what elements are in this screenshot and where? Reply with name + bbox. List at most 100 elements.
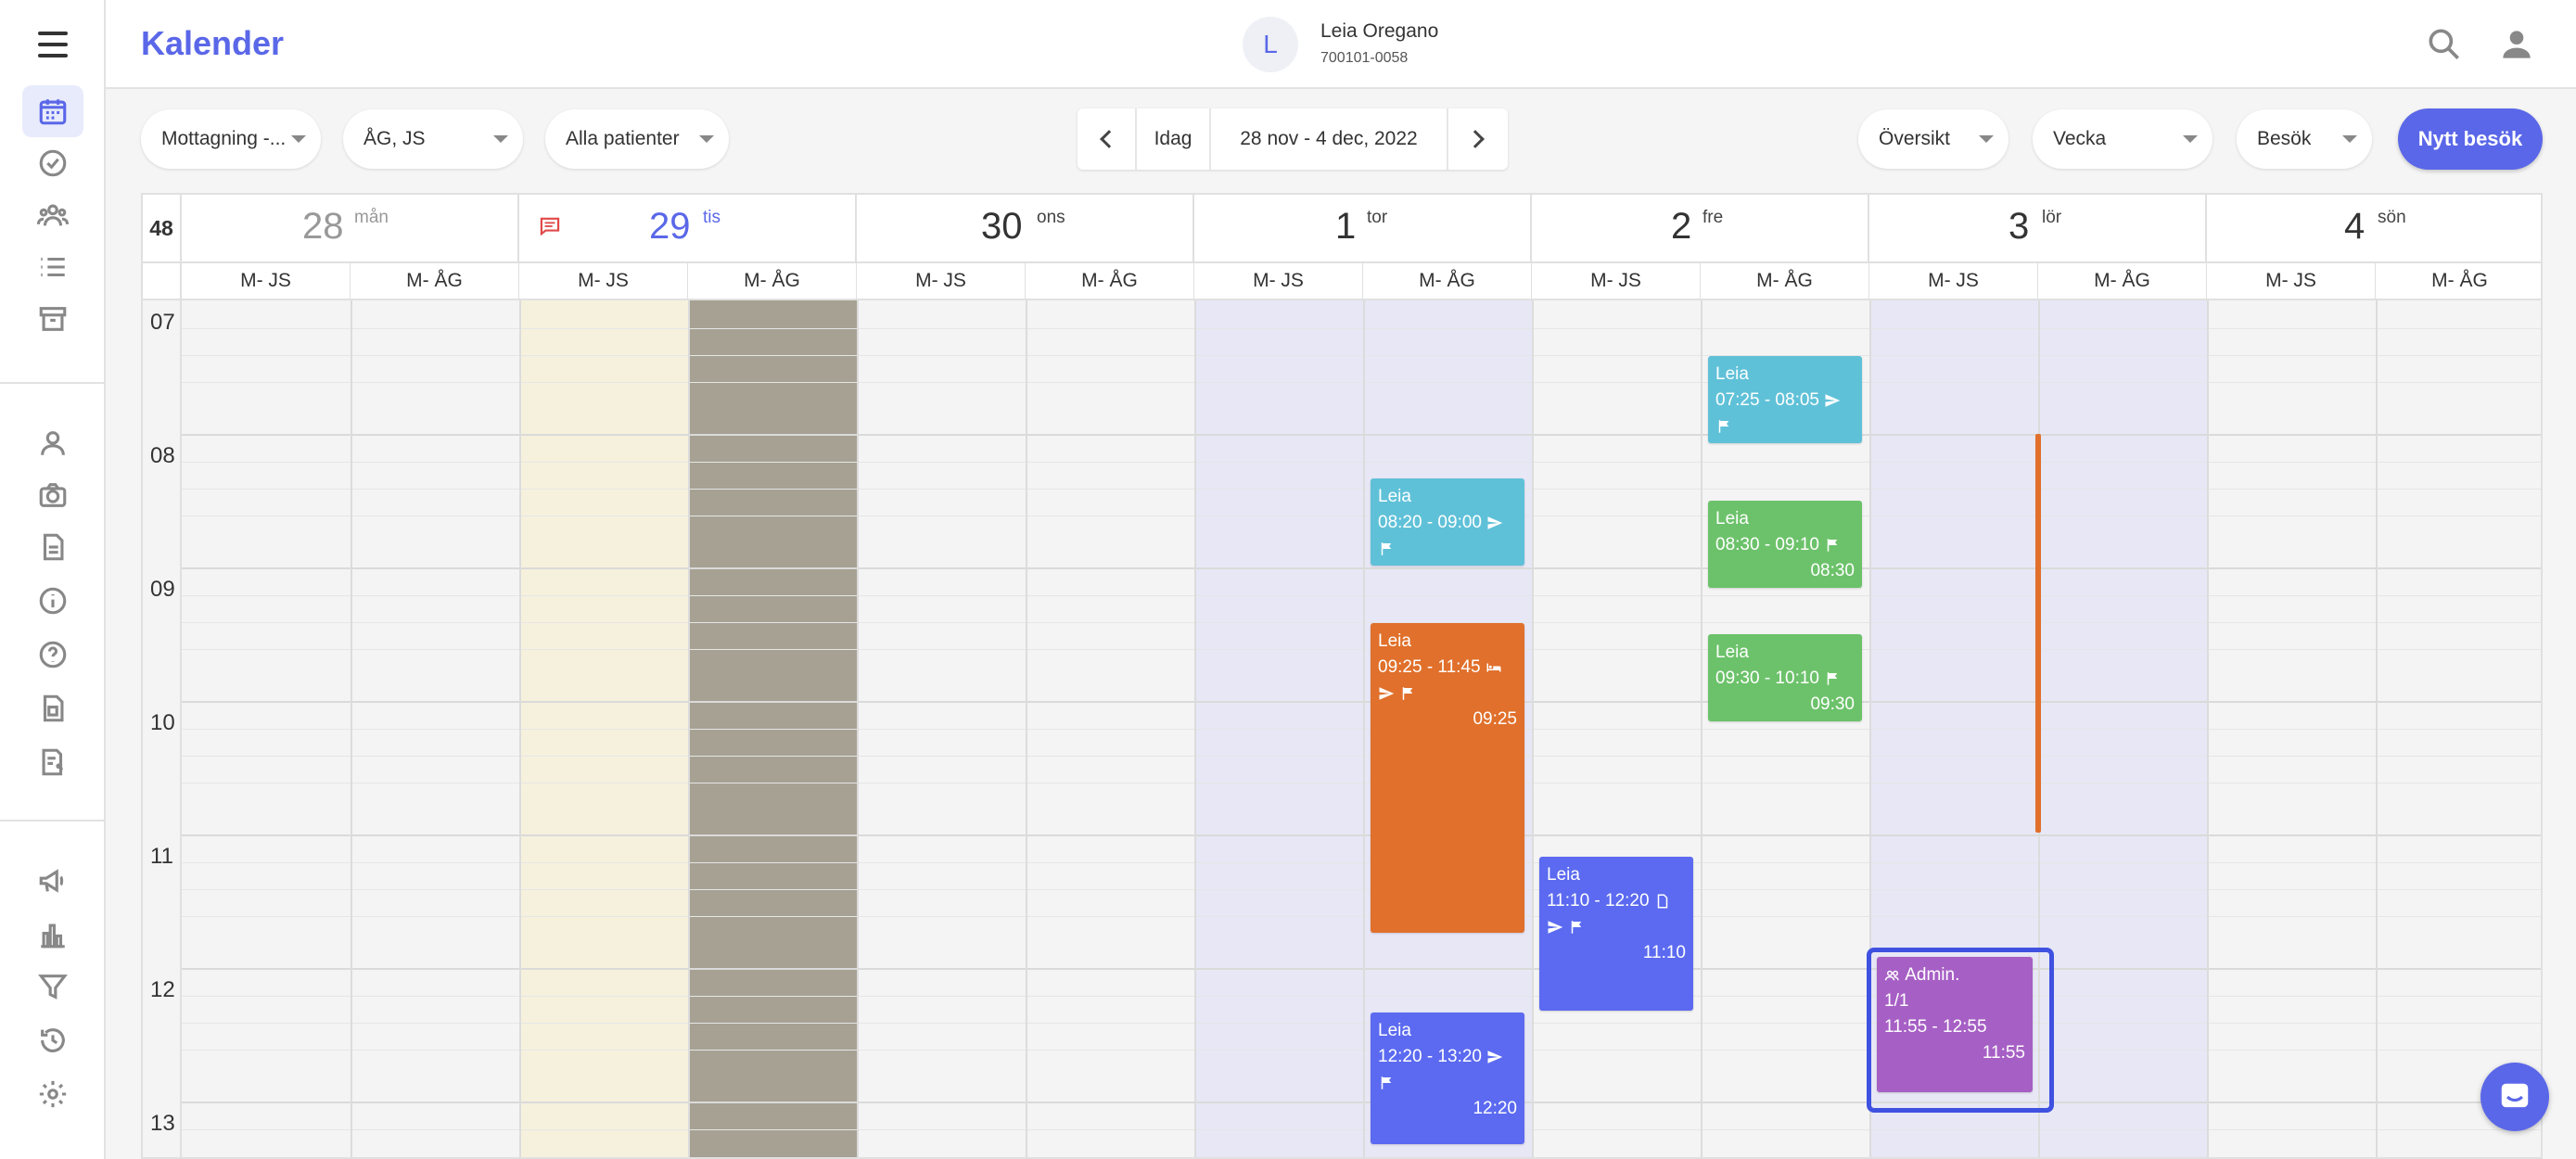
calendar-icon[interactable] bbox=[22, 85, 83, 137]
account-icon[interactable] bbox=[2496, 24, 2537, 65]
send-icon bbox=[1378, 681, 1395, 707]
day-number: 1 bbox=[1335, 206, 1357, 247]
day-name: ons bbox=[1037, 208, 1065, 227]
event-start: 12:20 bbox=[1473, 1099, 1517, 1118]
view-mode-select[interactable]: Översikt bbox=[1858, 109, 2009, 169]
next-week-button[interactable] bbox=[1448, 108, 1508, 170]
event-title: Admin. bbox=[1905, 965, 1960, 986]
camera-icon[interactable] bbox=[22, 469, 83, 521]
resource-header: M- ÅG bbox=[1026, 261, 1194, 300]
chat-icon bbox=[2501, 1083, 2529, 1108]
day-header-sat[interactable]: 3 lör bbox=[1869, 195, 2207, 261]
appointment-event[interactable]: Leia 08:20 - 09:00 bbox=[1371, 478, 1524, 566]
resource-header: M- JS bbox=[2207, 261, 2376, 300]
admin-event[interactable]: Admin. 1/1 11:55 - 12:55 11:55 bbox=[1877, 957, 2033, 1092]
chevron-down-icon bbox=[493, 135, 508, 143]
statistics-icon[interactable] bbox=[22, 909, 83, 961]
chevron-right-icon bbox=[1466, 130, 1485, 148]
day-header-tue[interactable]: 29 tis bbox=[519, 195, 857, 261]
visit-type-value: Besök bbox=[2257, 128, 2312, 149]
check-circle-icon[interactable] bbox=[22, 137, 83, 189]
visit-type-select[interactable]: Besök bbox=[2237, 109, 2372, 169]
flag-icon bbox=[1378, 1070, 1395, 1096]
staff-select[interactable]: ÅG, JS bbox=[343, 109, 523, 169]
new-visit-button[interactable]: Nytt besök bbox=[2398, 108, 2543, 170]
event-start: 11:55 bbox=[1982, 1043, 2025, 1063]
info-icon[interactable] bbox=[22, 575, 83, 627]
top-bar: Kalender L Leia Oregano 700101-0058 bbox=[106, 0, 2576, 89]
date-range-label[interactable]: 28 nov - 4 dec, 2022 bbox=[1211, 108, 1448, 170]
day-number: 30 bbox=[981, 206, 1023, 247]
page-title: Kalender bbox=[141, 24, 285, 62]
day-number: 3 bbox=[2009, 206, 2030, 247]
comment-icon[interactable] bbox=[540, 217, 560, 236]
appointment-event[interactable]: Leia 08:30 - 09:10 08:30 bbox=[1708, 501, 1862, 588]
flag-icon bbox=[1378, 536, 1395, 562]
chevron-left-icon bbox=[1100, 130, 1118, 148]
archive-icon[interactable] bbox=[22, 293, 83, 345]
hamburger-menu-icon[interactable] bbox=[32, 28, 73, 61]
report-icon[interactable] bbox=[22, 682, 83, 734]
hour-label: 09 bbox=[150, 577, 175, 602]
event-start: 09:25 bbox=[1473, 709, 1517, 729]
hour-label: 11 bbox=[150, 844, 173, 869]
day-header-sun[interactable]: 4 sön bbox=[2207, 195, 2541, 261]
resource-header: M- ÅG bbox=[351, 261, 519, 300]
day-header-thu[interactable]: 1 tor bbox=[1194, 195, 1532, 261]
appointment-event[interactable]: Leia 09:25 - 11:45 09:25 bbox=[1371, 623, 1524, 933]
resource-header: M- ÅG bbox=[688, 261, 857, 300]
view-mode-value: Översikt bbox=[1879, 128, 1951, 149]
chevron-down-icon bbox=[2342, 135, 2357, 143]
resource-header: M- JS bbox=[519, 261, 688, 300]
patient-filter-select[interactable]: Alla patienter bbox=[545, 109, 729, 169]
event-start: 09:30 bbox=[1810, 694, 1855, 714]
day-number: 28 bbox=[302, 206, 344, 247]
day-number: 29 bbox=[649, 206, 691, 247]
send-icon bbox=[1824, 388, 1841, 414]
group-icon[interactable] bbox=[22, 189, 83, 241]
day-name: tis bbox=[703, 208, 721, 227]
resource-header: M- ÅG bbox=[1701, 261, 1869, 300]
time-gutter: 07 08 09 10 11 12 13 bbox=[143, 300, 182, 1157]
appointment-event[interactable]: Leia 12:20 - 13:20 12:20 bbox=[1371, 1013, 1524, 1144]
clinic-select[interactable]: Mottagning -... bbox=[141, 109, 321, 169]
document-icon[interactable] bbox=[22, 521, 83, 573]
search-icon[interactable] bbox=[2424, 24, 2465, 65]
period-select[interactable]: Vecka bbox=[2033, 109, 2213, 169]
day-header-fri[interactable]: 2 fre bbox=[1532, 195, 1869, 261]
person-icon[interactable] bbox=[22, 417, 83, 469]
event-time: 11:10 - 12:20 bbox=[1547, 891, 1650, 911]
help-icon[interactable] bbox=[22, 629, 83, 681]
filter-icon[interactable] bbox=[22, 961, 83, 1013]
event-title: Leia bbox=[1715, 509, 1749, 529]
today-button[interactable]: Idag bbox=[1137, 108, 1211, 170]
patient-avatar[interactable]: L bbox=[1243, 17, 1298, 72]
prev-week-button[interactable] bbox=[1078, 108, 1137, 170]
flag-icon bbox=[1568, 914, 1585, 940]
send-icon bbox=[1486, 510, 1503, 536]
event-start: 11:10 bbox=[1642, 943, 1686, 962]
patient-id: 700101-0058 bbox=[1320, 50, 1409, 66]
day-header-wed[interactable]: 30 ons bbox=[857, 195, 1194, 261]
event-title: Leia bbox=[1547, 865, 1580, 885]
list-icon[interactable] bbox=[22, 241, 83, 293]
appointment-event[interactable]: Leia 09:30 - 10:10 09:30 bbox=[1708, 634, 1862, 721]
chat-support-button[interactable] bbox=[2480, 1063, 2549, 1131]
appointment-event[interactable]: Leia 07:25 - 08:05 bbox=[1708, 356, 1862, 443]
send-icon bbox=[1547, 914, 1563, 940]
event-time: 09:25 - 11:45 bbox=[1378, 657, 1481, 678]
megaphone-icon[interactable] bbox=[22, 855, 83, 907]
day-header-mon[interactable]: 28 mån bbox=[182, 195, 519, 261]
flag-icon bbox=[1824, 666, 1841, 692]
event-time: 11:55 - 12:55 bbox=[1884, 1017, 1987, 1038]
event-title: Leia bbox=[1378, 1021, 1411, 1040]
sidebar-divider bbox=[0, 820, 106, 821]
invoice-icon[interactable] bbox=[22, 736, 83, 788]
history-icon[interactable] bbox=[22, 1014, 83, 1066]
flag-icon bbox=[1399, 681, 1416, 707]
settings-gear-icon[interactable] bbox=[22, 1068, 83, 1120]
appointment-event[interactable]: Leia 11:10 - 12:20 11:10 bbox=[1539, 857, 1693, 1011]
event-time: 12:20 - 13:20 bbox=[1378, 1047, 1482, 1067]
time-indicator-bar bbox=[2035, 434, 2041, 833]
patient-name[interactable]: Leia Oregano bbox=[1320, 20, 1438, 43]
